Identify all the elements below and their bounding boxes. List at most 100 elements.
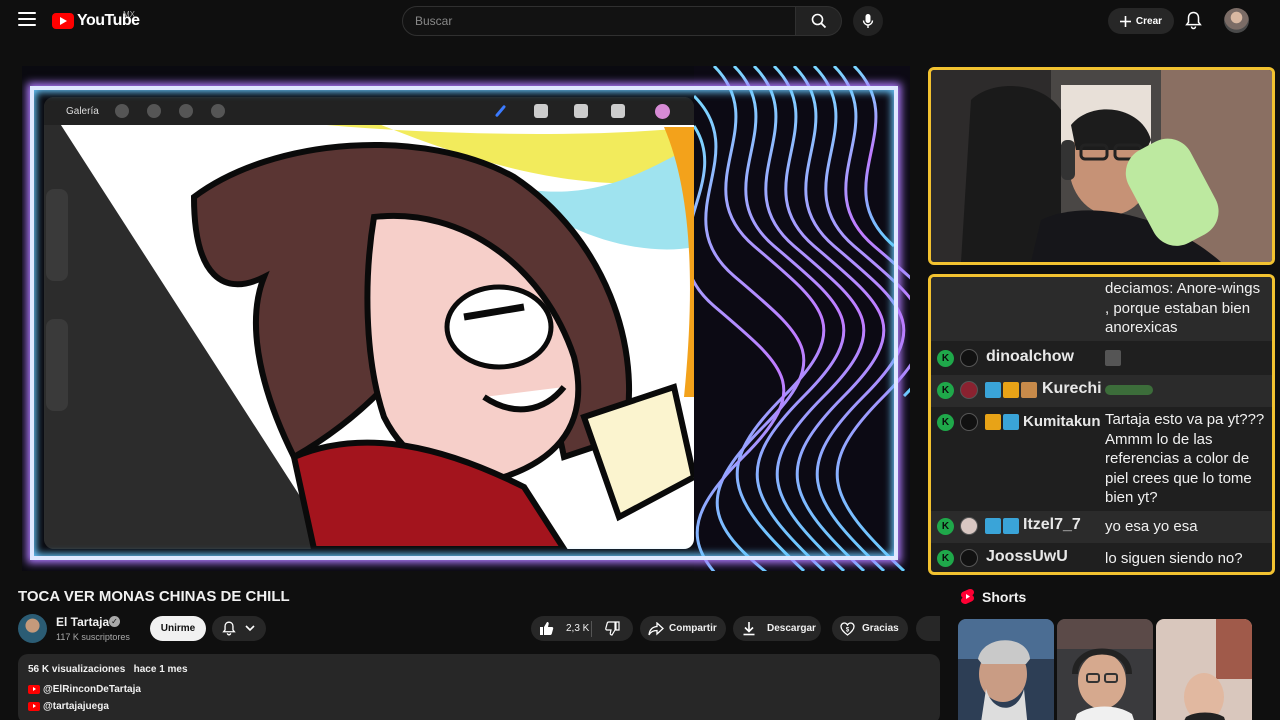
share-button[interactable]: Compartir bbox=[640, 616, 726, 641]
user-avatar-icon bbox=[960, 381, 978, 399]
search-bar bbox=[402, 6, 842, 36]
like-count: 2,3 K bbox=[566, 623, 590, 634]
channel-name[interactable]: El Tartaja bbox=[56, 615, 109, 629]
top-bar: YouTube MX Crear bbox=[0, 0, 1280, 42]
emote-icon bbox=[1105, 385, 1153, 395]
shorts-icon bbox=[961, 589, 974, 604]
user-avatar-icon bbox=[960, 349, 978, 367]
k-badge-icon: K bbox=[937, 350, 954, 367]
channel-mention[interactable]: @tartajajuega bbox=[43, 701, 109, 712]
description-link[interactable]: @tartajajuega bbox=[28, 701, 109, 712]
thumbs-down-icon bbox=[604, 621, 620, 636]
join-button[interactable]: Unirme bbox=[150, 616, 206, 641]
sub-badge-icon bbox=[1003, 414, 1019, 430]
chat-message-text: yo esa yo esa bbox=[1105, 518, 1198, 535]
emote-icon bbox=[1105, 350, 1121, 366]
crown-badge-icon bbox=[1003, 382, 1019, 398]
more-actions-button[interactable] bbox=[916, 616, 940, 641]
download-button[interactable]: Descargar bbox=[733, 616, 821, 641]
heart-dollar-icon: $ bbox=[840, 621, 855, 636]
hammer-badge-icon bbox=[985, 382, 1001, 398]
description-meta: 56 K visualizaciones hace 1 mes bbox=[28, 664, 188, 675]
subscription-notifications-button[interactable] bbox=[212, 616, 266, 641]
thumbs-up-icon bbox=[540, 622, 554, 635]
bell-icon bbox=[222, 621, 236, 636]
description-box[interactable]: 56 K visualizaciones hace 1 mes @ElRinco… bbox=[18, 654, 940, 720]
chevron-down-icon bbox=[245, 625, 255, 632]
short-thumbnail-image bbox=[1156, 619, 1252, 720]
k-badge-icon: K bbox=[937, 518, 954, 535]
chat-message: K JoossUwU lo siguen siendo no? bbox=[931, 543, 1272, 572]
verified-check-icon: ✓ bbox=[109, 616, 120, 627]
chat-username: Kumitakun bbox=[1023, 413, 1101, 430]
video-player[interactable]: Galería bbox=[22, 66, 910, 571]
stream-overlay-frame bbox=[30, 86, 898, 560]
create-button[interactable]: Crear bbox=[1108, 8, 1174, 34]
svg-text:$: $ bbox=[846, 627, 850, 633]
user-avatar-icon bbox=[960, 517, 978, 535]
chat-message-text: deciamos: Anore-wings , porque estaban b… bbox=[1105, 280, 1261, 336]
channel-mention[interactable]: @ElRinconDeTartaja bbox=[43, 684, 141, 695]
chat-message-text: Tartaja esto va pa yt??? Ammm lo de las … bbox=[1105, 411, 1265, 506]
voice-search-button[interactable] bbox=[853, 6, 883, 36]
chat-message-text: lo siguen siendo no? bbox=[1105, 550, 1243, 567]
share-icon bbox=[648, 621, 664, 635]
like-button[interactable]: 2,3 K bbox=[531, 616, 591, 641]
thanks-button[interactable]: $ Gracias bbox=[832, 616, 908, 641]
chat-username: JoossUwU bbox=[986, 548, 1068, 565]
like-dislike-group: 2,3 K bbox=[531, 616, 633, 641]
chat-username: dinoalchow bbox=[986, 348, 1074, 365]
short-thumbnail[interactable] bbox=[1156, 619, 1252, 720]
youtube-small-icon bbox=[28, 685, 40, 694]
user-avatar-icon bbox=[960, 549, 978, 567]
youtube-small-icon bbox=[28, 702, 40, 711]
chat-username: Kurechi bbox=[1042, 380, 1102, 397]
crown-badge-icon bbox=[985, 414, 1001, 430]
microphone-icon bbox=[862, 14, 874, 28]
shorts-header: Shorts bbox=[960, 588, 1026, 605]
dislike-button[interactable] bbox=[592, 616, 632, 641]
short-thumbnail[interactable] bbox=[958, 619, 1054, 720]
live-chat-overlay: deciamos: Anore-wings , porque estaban b… bbox=[928, 274, 1275, 575]
thanks-label: Gracias bbox=[862, 623, 899, 634]
subscriber-count: 117 K suscriptores bbox=[56, 632, 130, 642]
publish-date: hace 1 mes bbox=[133, 664, 188, 675]
chat-message: deciamos: Anore-wings , porque estaban b… bbox=[931, 277, 1272, 341]
chat-message: K Kumitakun Tartaja esto va pa yt??? Amm… bbox=[931, 407, 1272, 511]
search-button[interactable] bbox=[796, 6, 842, 36]
account-avatar[interactable] bbox=[1224, 8, 1249, 33]
view-count: 56 K visualizaciones bbox=[28, 664, 126, 675]
shorts-title: Shorts bbox=[982, 588, 1027, 605]
menu-icon[interactable] bbox=[18, 12, 36, 28]
search-input[interactable] bbox=[402, 6, 796, 36]
chat-username: Itzel7_7 bbox=[1023, 516, 1081, 533]
youtube-logo[interactable]: YouTube MX bbox=[52, 10, 140, 32]
chat-message: K Itzel7_7 yo esa yo esa bbox=[931, 511, 1272, 543]
user-avatar-icon bbox=[960, 413, 978, 431]
create-label: Crear bbox=[1135, 15, 1163, 27]
streamer-webcam bbox=[928, 67, 1275, 265]
logo-country-code: MX bbox=[123, 10, 135, 19]
k-badge-icon: K bbox=[937, 550, 954, 567]
k-badge-icon: K bbox=[937, 414, 954, 431]
chat-message: K Kurechi bbox=[931, 375, 1272, 407]
youtube-play-icon bbox=[52, 13, 74, 29]
sub-badge-icon bbox=[1003, 518, 1019, 534]
sub-badge-icon bbox=[1021, 382, 1037, 398]
plus-icon bbox=[1119, 15, 1131, 27]
k-badge-icon: K bbox=[937, 382, 954, 399]
download-icon bbox=[743, 622, 755, 636]
notifications-bell-icon[interactable] bbox=[1185, 11, 1202, 35]
short-thumbnail-image bbox=[958, 619, 1054, 720]
search-icon bbox=[811, 13, 826, 29]
chat-message: K dinoalchow bbox=[931, 343, 1272, 375]
channel-avatar[interactable] bbox=[18, 614, 47, 643]
share-label: Compartir bbox=[669, 623, 717, 634]
download-label: Descargar bbox=[767, 623, 816, 634]
webcam-image bbox=[931, 70, 1272, 262]
hammer-badge-icon bbox=[985, 518, 1001, 534]
short-thumbnail-image bbox=[1057, 619, 1153, 720]
short-thumbnail[interactable] bbox=[1057, 619, 1153, 720]
video-title: TOCA VER MONAS CHINAS DE CHILL bbox=[18, 588, 290, 605]
description-link[interactable]: @ElRinconDeTartaja bbox=[28, 684, 141, 695]
